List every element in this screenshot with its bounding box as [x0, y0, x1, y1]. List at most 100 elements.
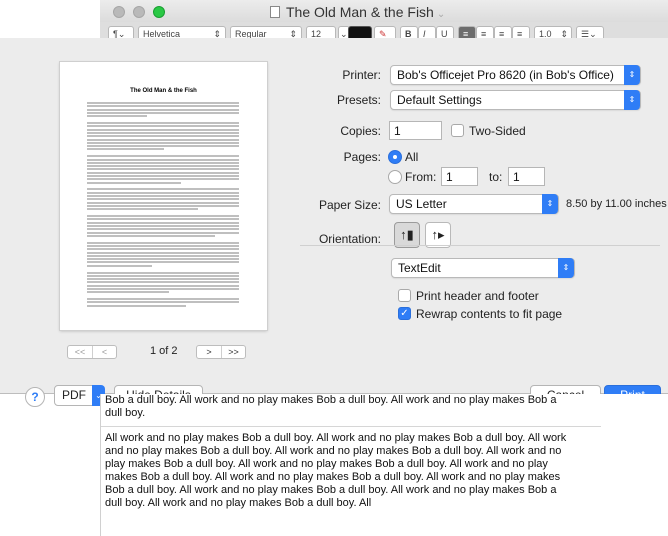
pages-to-field[interactable]: 1	[508, 167, 545, 186]
preview-text-line	[87, 145, 239, 148]
pages-range-radio[interactable]	[388, 170, 402, 184]
preview-text-line	[87, 165, 239, 168]
updown-arrow-icon: ⇕	[542, 194, 558, 214]
preview-text-line	[87, 221, 239, 224]
preview-text-line	[87, 224, 239, 227]
updown-arrow-icon: ⇕	[558, 258, 574, 278]
print-header-footer-checkbox[interactable]	[398, 289, 411, 302]
page-preview: The Old Man & the Fish	[60, 62, 267, 330]
pdf-button[interactable]: PDF	[54, 385, 94, 406]
preview-text-line	[87, 158, 239, 161]
preview-text-line	[87, 108, 239, 111]
preview-text-line	[87, 141, 239, 144]
window-title-text: The Old Man & the Fish	[286, 4, 434, 20]
preview-text-line	[87, 261, 239, 264]
printer-label: Printer:	[342, 68, 381, 82]
preview-text-line	[87, 175, 239, 177]
preview-text-line	[87, 258, 239, 261]
print-sheet: The Old Man & the Fish << < 1 of 2 > >> Pr…	[0, 38, 668, 407]
previous-page-button[interactable]: <	[92, 346, 116, 358]
preview-text-line	[87, 278, 239, 281]
preview-text-line	[87, 155, 239, 158]
presets-label: Presets:	[336, 93, 381, 107]
preview-text-line	[87, 204, 239, 207]
printer-value: Bob's Officejet Pro 8620 (in Bob's Offic…	[397, 68, 614, 82]
presets-value: Default Settings	[397, 93, 482, 107]
preview-text-line	[87, 115, 147, 118]
preview-text-line	[87, 191, 239, 194]
window-title[interactable]: The Old Man & the Fish ⌄	[270, 4, 445, 20]
preview-text-line	[87, 228, 239, 231]
minimize-window-button[interactable]	[133, 6, 145, 18]
document-paragraph-2: All work and no play makes Bob a dull bo…	[105, 432, 567, 509]
landscape-person-icon: ↑▸	[431, 227, 445, 242]
preview-text-line	[87, 274, 239, 277]
presets-popup[interactable]: Default Settings ⇕	[390, 90, 641, 110]
preview-text-line	[87, 171, 239, 174]
chevron-down-icon: ⌄	[436, 9, 446, 20]
preview-text-line	[87, 168, 239, 171]
close-window-button[interactable]	[113, 6, 125, 18]
preview-text-line	[87, 208, 198, 211]
preview-text-line	[87, 288, 239, 290]
paper-dimensions: 8.50 by 11.00 inches	[566, 198, 667, 210]
first-page-button[interactable]: <<	[68, 346, 92, 358]
preview-text-line	[87, 125, 239, 128]
pages-to-label: to:	[489, 170, 503, 184]
preview-text-line	[87, 178, 239, 181]
preview-page-title: The Old Man & the Fish	[130, 88, 197, 94]
copies-field[interactable]: 1	[389, 121, 442, 140]
preview-text-line	[87, 105, 239, 108]
preview-text-line	[87, 111, 239, 114]
last-page-button[interactable]: >>	[221, 346, 245, 358]
preview-text-line	[87, 298, 239, 301]
portrait-person-icon: ↑▮	[400, 227, 414, 242]
zoom-window-button[interactable]	[153, 6, 165, 18]
preview-text-line	[87, 102, 239, 104]
copies-label: Copies:	[340, 124, 381, 138]
preview-text-line	[87, 241, 239, 244]
paper-size-value: US Letter	[396, 197, 447, 211]
preview-text-line	[87, 122, 239, 124]
preview-text-line	[87, 201, 239, 204]
preview-panel: The Old Man & the Fish << < 1 of 2 > >>	[0, 38, 298, 394]
document-body[interactable]: Bob a dull boy. All work and no play mak…	[100, 394, 668, 536]
preview-text-line	[87, 281, 239, 284]
pages-from-field[interactable]: 1	[441, 167, 478, 186]
orientation-label: Orientation:	[318, 232, 381, 246]
preview-text-line	[87, 231, 239, 234]
document-icon	[270, 6, 280, 18]
screen: The Old Man & the Fish ⌄ ¶⌄ Helvetica ⇕ Re…	[0, 0, 668, 536]
preview-text-line	[87, 148, 164, 151]
preview-text-line	[87, 128, 239, 131]
preview-text-line	[87, 248, 239, 251]
updown-arrow-icon: ⇕	[624, 65, 640, 85]
printer-popup[interactable]: Bob's Officejet Pro 8620 (in Bob's Offic…	[390, 65, 641, 85]
help-button[interactable]: ?	[25, 387, 45, 407]
preview-text-line	[87, 244, 239, 247]
preview-text-line	[87, 215, 239, 217]
preview-text-line	[87, 254, 239, 257]
checkmark-icon: ✓	[400, 308, 409, 319]
preview-text-line	[87, 181, 181, 184]
pages-all-label: All	[405, 150, 419, 164]
preview-text-line	[87, 218, 239, 221]
preview-text-line	[87, 135, 239, 138]
preview-text-line	[87, 188, 239, 191]
preview-text-line	[87, 198, 239, 201]
preview-text-line	[87, 195, 239, 197]
preview-text-line	[87, 251, 239, 254]
preview-text-line	[87, 234, 215, 237]
pages-all-radio[interactable]	[388, 150, 402, 164]
paper-size-popup[interactable]: US Letter ⇕	[389, 194, 559, 214]
two-sided-checkbox[interactable]	[451, 124, 464, 137]
print-header-footer-label: Print header and footer	[416, 289, 539, 303]
section-divider	[300, 245, 660, 246]
pager-back-group: << <	[67, 345, 117, 359]
pages-from-label: From:	[405, 170, 437, 184]
preview-text-line	[87, 131, 239, 134]
next-page-button[interactable]: >	[197, 346, 221, 358]
app-section-popup[interactable]: TextEdit ⇕	[391, 258, 575, 278]
rewrap-contents-checkbox[interactable]: ✓	[398, 307, 411, 320]
preview-text-line	[87, 264, 152, 267]
